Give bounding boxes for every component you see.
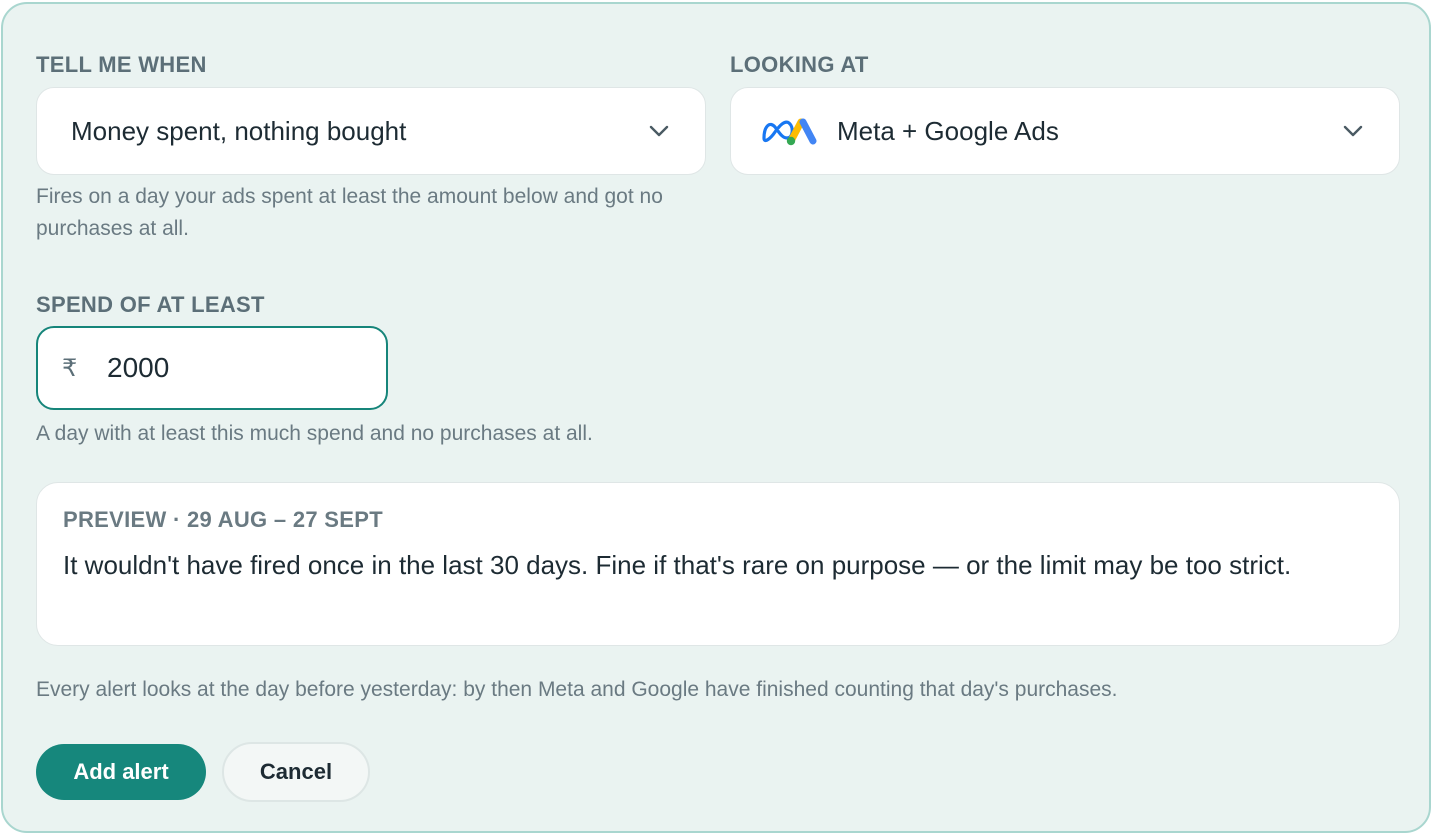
source-logos: [761, 114, 821, 148]
spend-amount-value: 2000: [107, 352, 170, 383]
trigger-selected-value: Money spent, nothing bought: [71, 115, 407, 146]
preview-body: It wouldn't have fired once in the last …: [63, 550, 1292, 580]
cancel-button[interactable]: Cancel: [222, 742, 370, 802]
spend-hint: A day with at least this much spend and …: [36, 422, 593, 445]
trigger-hint: Fires on a day your ads spent at least t…: [36, 185, 663, 240]
spend-amount-field[interactable]: ₹ 2000: [36, 326, 388, 410]
chevron-down-icon: [1343, 125, 1363, 137]
footer-note: Every alert looks at the day before yest…: [36, 678, 1118, 701]
trigger-select[interactable]: Money spent, nothing bought: [36, 87, 706, 175]
rupee-icon: ₹: [62, 354, 78, 382]
chevron-down-icon: [649, 125, 669, 137]
preview-card: PREVIEW · 29 AUG – 27 SEPT It wouldn't h…: [36, 482, 1400, 646]
source-selected-value: Meta + Google Ads: [837, 115, 1059, 146]
add-alert-button[interactable]: Add alert: [36, 744, 206, 800]
spend-label: SPEND OF AT LEAST: [36, 292, 265, 317]
meta-logo-icon: [762, 120, 794, 143]
add-alert-panel: TELL ME WHEN Money spent, nothing bought…: [1, 2, 1431, 833]
preview-heading: PREVIEW · 29 AUG – 27 SEPT: [63, 507, 383, 532]
trigger-label: TELL ME WHEN: [36, 52, 207, 77]
source-select[interactable]: Meta + Google Ads: [730, 87, 1400, 175]
source-label: LOOKING AT: [730, 52, 869, 77]
